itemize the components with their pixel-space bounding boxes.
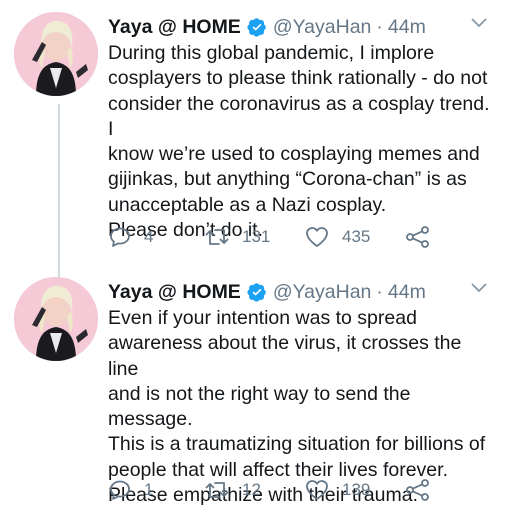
tweet-timestamp[interactable]: 44m [388, 16, 426, 39]
share-button[interactable] [404, 225, 432, 249]
tweet-timestamp[interactable]: 44m [388, 281, 426, 304]
tweet-text-line: Even if your intention was to spread [108, 307, 417, 329]
reply-icon [110, 480, 130, 500]
tweet-header: Yaya @ HOME @YayaHan · 44m [108, 14, 426, 40]
author-handle[interactable]: @YayaHan [273, 16, 372, 39]
tweet-text-line: know we’re used to cosplaying memes and [108, 143, 480, 166]
retweet-button[interactable]: 12 [204, 478, 261, 502]
retweet-count: 131 [242, 227, 271, 246]
tweet-text-line: consider the coronavirus as a cosplay tr… [108, 92, 495, 140]
like-count: 435 [342, 227, 371, 246]
like-count: 139 [342, 480, 371, 499]
share-icon [406, 226, 429, 248]
tweet-text: During this global pandemic, I implore c… [108, 41, 493, 243]
tweet-actions: 4 131 435 [108, 222, 438, 252]
reply-icon [110, 227, 130, 247]
tweet-text-line: and is not the right way to send the mes… [108, 382, 416, 431]
tweet-actions: 1 12 139 [108, 475, 438, 505]
chevron-down-icon[interactable] [469, 281, 489, 295]
share-button[interactable] [404, 478, 432, 502]
reply-count: 4 [144, 227, 154, 246]
author-handle[interactable]: @YayaHan [273, 281, 372, 304]
tweet-header: Yaya @ HOME @YayaHan · 44m [108, 279, 426, 305]
like-button[interactable]: 435 [304, 225, 370, 249]
tweet-text-line: unacceptable as a Nazi cosplay. [108, 193, 387, 216]
tweet-text-line: gijinkas, but anything “Corona-chan” is … [108, 168, 467, 191]
retweet-button[interactable]: 131 [204, 225, 270, 249]
tweet[interactable]: Yaya @ HOME @YayaHan · 44m During this g… [0, 0, 505, 265]
tweet-text-line: awareness about the virus, it crosses th… [108, 332, 467, 380]
avatar[interactable] [14, 12, 98, 96]
verified-badge-icon [247, 282, 267, 302]
heart-icon [306, 480, 328, 500]
like-button[interactable]: 139 [304, 478, 370, 502]
reply-button[interactable]: 4 [108, 225, 153, 249]
author-name[interactable]: Yaya @ HOME [108, 16, 241, 39]
retweet-icon [205, 229, 229, 245]
reply-count: 1 [144, 480, 154, 499]
tweet-text-line: This is a traumatizing situation for bil… [108, 433, 486, 456]
author-name[interactable]: Yaya @ HOME [108, 281, 241, 304]
reply-button[interactable]: 1 [108, 478, 153, 502]
heart-icon [306, 227, 328, 247]
separator-dot: · [376, 280, 383, 303]
share-icon [406, 479, 429, 501]
tweet-text-line: cosplayers to please think rationally - … [108, 67, 488, 90]
retweet-icon [205, 482, 229, 498]
avatar[interactable] [14, 277, 98, 361]
verified-badge-icon [247, 17, 267, 37]
retweet-count: 12 [242, 480, 261, 499]
separator-dot: · [376, 15, 383, 38]
tweet-text-line: During this global pandemic, I implore [108, 42, 435, 64]
chevron-down-icon[interactable] [469, 16, 489, 30]
tweet[interactable]: Yaya @ HOME @YayaHan · 44m Even if your … [0, 265, 505, 512]
